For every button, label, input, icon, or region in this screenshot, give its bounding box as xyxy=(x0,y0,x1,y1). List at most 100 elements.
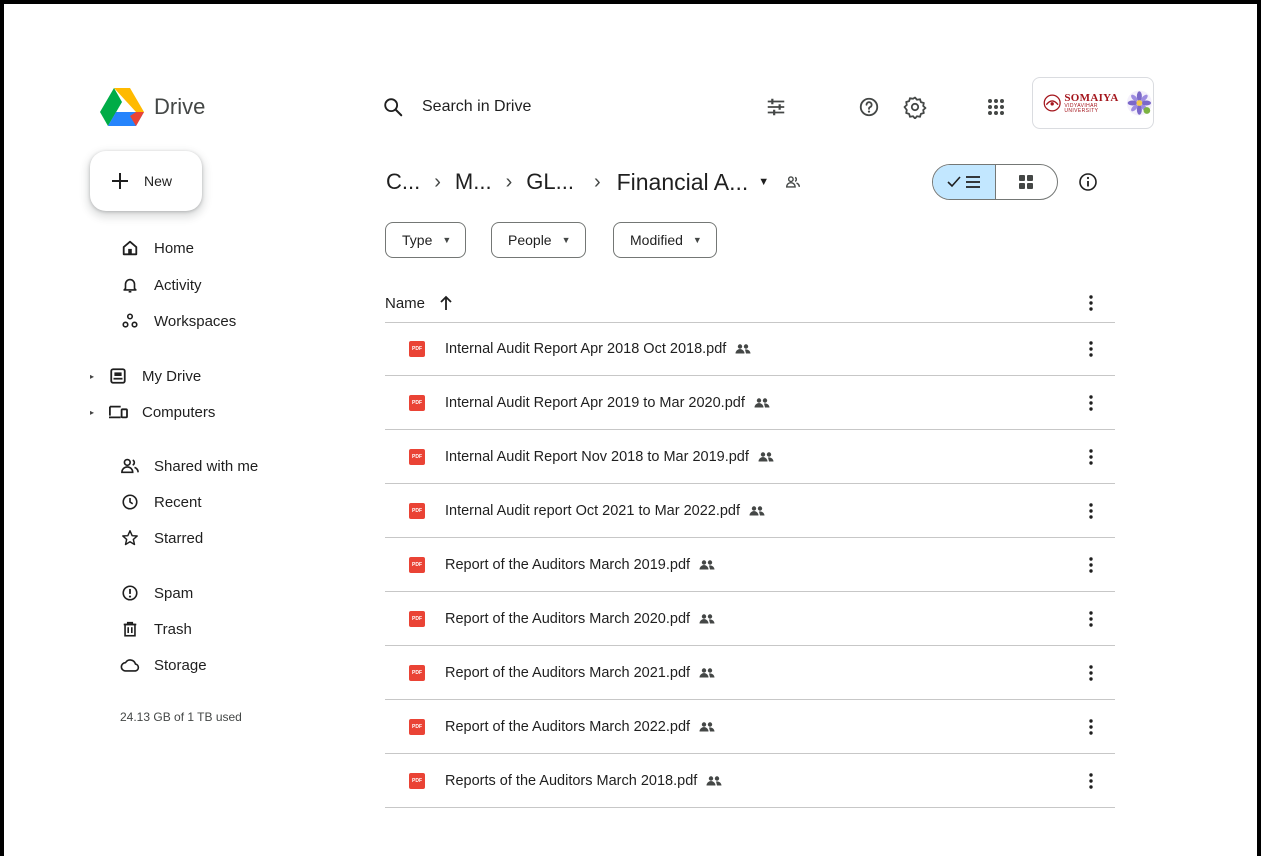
new-button[interactable]: New xyxy=(90,151,202,211)
table-row[interactable]: PDF Internal Audit Report Nov 2018 to Ma… xyxy=(385,430,1115,484)
caret-down-icon: ▼ xyxy=(442,235,452,245)
breadcrumb-item[interactable]: M... xyxy=(451,169,496,195)
search-icon[interactable] xyxy=(382,96,404,118)
sidebar-item-label: Spam xyxy=(154,584,194,602)
pdf-icon: PDF xyxy=(409,610,425,627)
breadcrumb-item[interactable]: C... xyxy=(382,169,424,195)
account-org-name: SOMAIYA xyxy=(1064,91,1119,104)
more-vert-icon[interactable] xyxy=(1079,391,1103,415)
new-button-label: New xyxy=(144,173,173,189)
more-vert-icon[interactable] xyxy=(1079,291,1103,315)
help-icon xyxy=(859,97,879,117)
table-row[interactable]: PDF Report of the Auditors March 2022.pd… xyxy=(385,700,1115,754)
table-row[interactable]: PDF Report of the Auditors March 2019.pd… xyxy=(385,538,1115,592)
shared-folder-icon[interactable] xyxy=(785,175,801,189)
account-button[interactable]: SOMAIYA VIDYAVIHAR UNIVERSITY xyxy=(1032,77,1154,129)
sidebar-item-shared-with-me[interactable]: Shared with me xyxy=(86,451,258,481)
sidebar-item-label: My Drive xyxy=(142,367,202,385)
sidebar-item-label: Starred xyxy=(154,529,204,547)
shared-people-icon xyxy=(699,559,715,570)
sort-arrow-up-icon[interactable] xyxy=(439,295,453,311)
storage-usage-text: 24.13 GB of 1 TB used xyxy=(120,710,242,724)
pdf-icon: PDF xyxy=(409,718,425,735)
workspaces-icon xyxy=(118,309,142,333)
breadcrumb-item[interactable]: GL... xyxy=(522,169,578,195)
table-row[interactable]: PDF Internal Audit Report Apr 2019 to Ma… xyxy=(385,376,1115,430)
avatar xyxy=(1127,90,1153,116)
gear-icon xyxy=(903,96,927,119)
sidebar-item-label: Trash xyxy=(154,620,192,638)
info-icon xyxy=(1079,173,1097,191)
check-icon xyxy=(947,176,961,188)
more-vert-icon[interactable] xyxy=(1079,607,1103,631)
shared-people-icon xyxy=(749,505,765,516)
file-name: Reports of the Auditors March 2018.pdf xyxy=(445,772,698,789)
pdf-icon: PDF xyxy=(409,556,425,573)
breadcrumb: C... › M... › GL... › Financial A... ▼ xyxy=(382,162,801,202)
more-vert-icon[interactable] xyxy=(1079,445,1103,469)
shared-people-icon xyxy=(699,613,715,624)
bell-icon xyxy=(118,273,142,297)
sidebar-item-label: Computers xyxy=(142,403,216,421)
apps-grid-icon xyxy=(988,99,1004,115)
settings-button[interactable] xyxy=(899,91,931,123)
sidebar-item-label: Shared with me xyxy=(154,457,259,475)
sidebar-item-home[interactable]: Home xyxy=(86,233,194,263)
list-icon xyxy=(965,176,980,188)
account-org-sub: VIDYAVIHAR UNIVERSITY xyxy=(1064,102,1099,114)
shared-people-icon xyxy=(758,451,774,462)
sidebar-item-activity[interactable]: Activity xyxy=(86,270,202,300)
file-name: Internal Audit Report Apr 2019 to Mar 20… xyxy=(445,394,745,411)
column-header-name[interactable]: Name xyxy=(385,295,425,312)
current-folder-button[interactable]: Financial A... ▼ xyxy=(617,169,770,196)
caret-down-icon: ▼ xyxy=(758,176,770,188)
search-input[interactable] xyxy=(420,97,704,117)
sidebar-item-spam[interactable]: Spam xyxy=(86,578,193,608)
grid-view-button[interactable] xyxy=(996,165,1058,199)
table-row[interactable]: PDF Internal Audit Report Apr 2018 Oct 2… xyxy=(385,322,1115,376)
current-folder-name: Financial A... xyxy=(616,168,749,195)
sidebar-item-recent[interactable]: Recent xyxy=(86,487,202,517)
more-vert-icon[interactable] xyxy=(1079,337,1103,361)
table-row[interactable]: PDF Internal Audit report Oct 2021 to Ma… xyxy=(385,484,1115,538)
more-vert-icon[interactable] xyxy=(1079,661,1103,685)
more-vert-icon[interactable] xyxy=(1079,715,1103,739)
sidebar-item-starred[interactable]: Starred xyxy=(86,523,203,553)
search-options-button[interactable] xyxy=(760,91,792,123)
filter-type-chip[interactable]: Type ▼ xyxy=(385,222,467,258)
table-row[interactable]: PDF Report of the Auditors March 2020.pd… xyxy=(385,592,1115,646)
pdf-icon: PDF xyxy=(409,772,425,789)
sidebar-item-storage[interactable]: Storage xyxy=(86,650,207,680)
table-row[interactable]: PDF Report of the Auditors March 2021.pd… xyxy=(385,646,1115,700)
more-vert-icon[interactable] xyxy=(1079,553,1103,577)
pdf-icon: PDF xyxy=(409,502,425,519)
sidebar-item-label: Recent xyxy=(154,493,202,511)
expand-arrow-icon[interactable]: ▸ xyxy=(86,408,98,417)
more-vert-icon[interactable] xyxy=(1079,769,1103,793)
expand-arrow-icon[interactable]: ▸ xyxy=(86,372,98,381)
sidebar-item-my-drive[interactable]: ▸ My Drive xyxy=(86,361,201,391)
trash-icon xyxy=(118,617,142,641)
filter-people-chip[interactable]: People ▼ xyxy=(491,222,586,258)
sidebar-item-label: Activity xyxy=(154,276,202,294)
shared-people-icon xyxy=(699,721,715,732)
details-button[interactable] xyxy=(1072,166,1104,198)
caret-down-icon: ▼ xyxy=(561,235,571,245)
sidebar-item-workspaces[interactable]: Workspaces xyxy=(86,306,236,336)
filter-modified-chip[interactable]: Modified ▼ xyxy=(613,222,717,258)
drive-logo[interactable]: Drive xyxy=(100,87,205,127)
google-apps-button[interactable] xyxy=(980,91,1012,123)
plus-icon xyxy=(112,173,128,189)
search-bar[interactable] xyxy=(382,89,722,125)
table-row[interactable]: PDF Reports of the Auditors March 2018.p… xyxy=(385,754,1115,808)
help-button[interactable] xyxy=(853,91,885,123)
grid-icon xyxy=(1019,175,1034,189)
sidebar-item-computers[interactable]: ▸ Computers xyxy=(86,397,215,427)
caret-down-icon: ▼ xyxy=(692,235,702,245)
sidebar-item-trash[interactable]: Trash xyxy=(86,614,192,644)
cloud-icon xyxy=(118,653,142,677)
more-vert-icon[interactable] xyxy=(1079,499,1103,523)
list-view-button[interactable] xyxy=(933,165,996,199)
file-name: Report of the Auditors March 2022.pdf xyxy=(445,718,691,735)
drive-logo-icon xyxy=(100,88,144,126)
